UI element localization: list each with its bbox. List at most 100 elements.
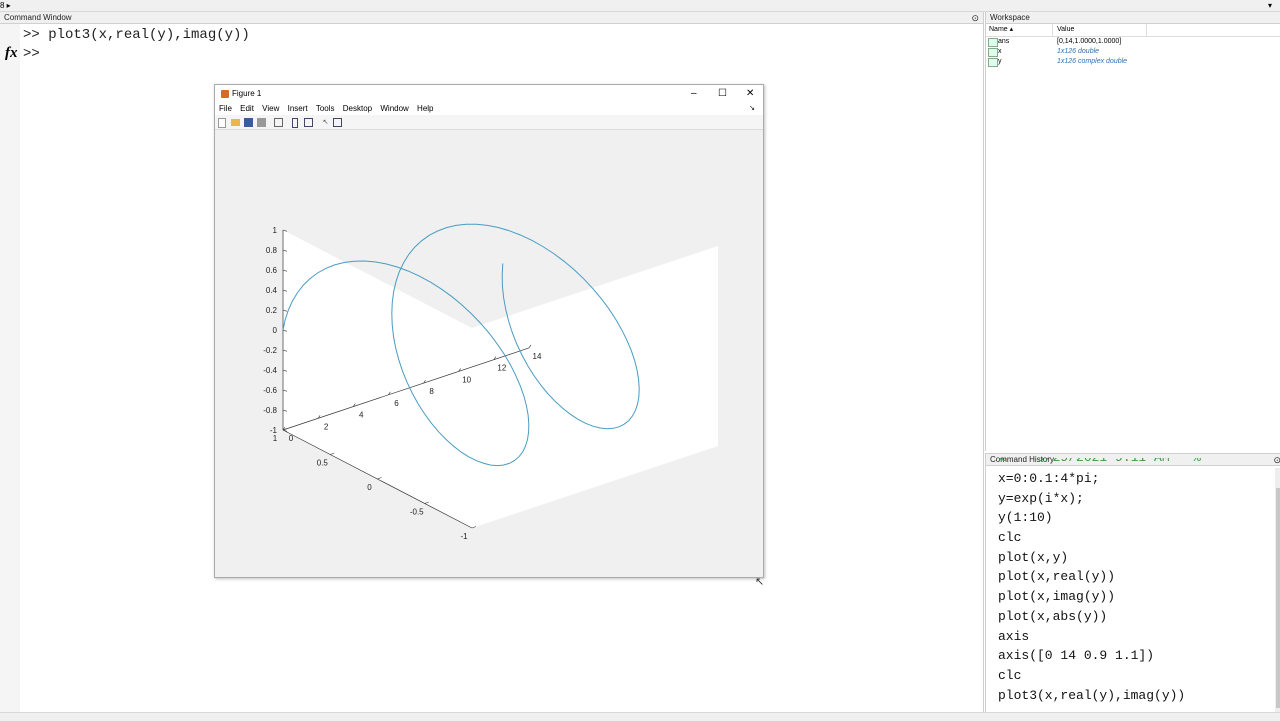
menu-desktop[interactable]: Desktop — [343, 102, 372, 115]
menu-edit[interactable]: Edit — [240, 102, 254, 115]
column-header-name[interactable]: Name ▴ — [989, 24, 1013, 36]
menu-view[interactable]: View — [262, 102, 279, 115]
mouse-cursor-icon: ↖ — [755, 576, 765, 588]
column-divider — [1052, 24, 1053, 36]
workspace-row[interactable]: x 1x126 double — [986, 47, 1280, 57]
panel-options-icon[interactable]: ⊙ — [971, 12, 979, 24]
y-tick-label: -1 — [460, 532, 468, 541]
workspace-panel: Workspace Name ▴ Value ans [0,14,1.0000,… — [985, 12, 1280, 451]
workspace-header-row: Name ▴ Value — [986, 24, 1280, 37]
history-item[interactable]: clc — [998, 666, 1268, 686]
column-header-value[interactable]: Value — [1057, 24, 1074, 36]
variable-name: ans — [998, 38, 1010, 45]
history-list: % -- 9/29/2021 9:11 AM --% x=0:0.1:4*pi;… — [998, 458, 1268, 712]
history-item[interactable]: y(1:10) — [998, 508, 1268, 528]
figure-title: Figure 1 — [232, 89, 262, 98]
scrollbar-thumb[interactable] — [1276, 488, 1280, 708]
command-window-gutter — [0, 24, 20, 712]
z-tick-label: 0.6 — [266, 266, 278, 275]
variable-value: 1x126 complex double — [1057, 58, 1128, 65]
maximize-button[interactable]: ☐ — [718, 85, 727, 102]
x-tick-label: 10 — [462, 375, 471, 384]
menu-window[interactable]: Window — [380, 102, 408, 115]
variable-value: 1x126 double — [1057, 48, 1100, 55]
close-button[interactable]: ✕ — [746, 85, 754, 102]
z-tick-label: -0.4 — [263, 366, 277, 375]
print-icon[interactable] — [257, 118, 266, 127]
variable-icon — [988, 58, 998, 67]
menu-tools[interactable]: Tools — [316, 102, 335, 115]
property-editor-icon[interactable] — [333, 118, 342, 127]
history-item[interactable]: plot(x,real(y)) — [998, 567, 1268, 587]
x-tick-label: 2 — [324, 422, 329, 431]
pointer-icon[interactable]: ↖ — [321, 118, 330, 127]
history-item[interactable]: x=0:0.1:4*pi; — [998, 469, 1268, 489]
workspace-title: Workspace — [986, 12, 1280, 24]
y-tick-label: 0 — [367, 483, 372, 492]
top-toolbar-strip: 8 ▸ ▾ — [0, 0, 1280, 12]
variable-value: [0,14,1.0000,1.0000] — [1057, 38, 1122, 45]
command-window-title-text: Command Window — [4, 13, 72, 22]
menu-help[interactable]: Help — [417, 102, 433, 115]
layout-icon[interactable] — [304, 118, 313, 127]
print-preview-icon[interactable] — [274, 118, 283, 127]
fx-icon[interactable]: fx — [5, 45, 18, 62]
command-window-title: Command Window ⊙ — [0, 12, 983, 24]
z-tick-label: -0.6 — [263, 386, 277, 395]
menu-insert[interactable]: Insert — [288, 102, 308, 115]
history-item[interactable]: axis — [998, 627, 1268, 647]
workspace-row[interactable]: ans [0,14,1.0000,1.0000] — [986, 37, 1280, 47]
figure-window[interactable]: Figure 1 – ☐ ✕ File Edit View Insert Too… — [214, 84, 764, 578]
new-figure-icon[interactable] — [218, 118, 226, 128]
history-item[interactable]: y=exp(i*x); — [998, 489, 1268, 509]
current-folder-indicator[interactable]: 8 ▸ — [0, 0, 11, 11]
variable-name: x — [998, 48, 1002, 55]
save-icon[interactable] — [244, 118, 253, 127]
history-item[interactable]: plot(x,imag(y)) — [998, 587, 1268, 607]
variable-icon — [988, 38, 998, 47]
history-item[interactable]: plot3(x,real(y),imag(y)) — [998, 686, 1268, 706]
x-tick-label: 8 — [429, 387, 434, 396]
matlab-figure-icon — [221, 90, 229, 98]
z-tick-label: 1 — [273, 226, 278, 235]
dock-icon[interactable] — [292, 118, 298, 128]
z-tick-label: 0.8 — [266, 246, 278, 255]
menu-file[interactable]: File — [219, 102, 232, 115]
z-tick-label: -1 — [270, 426, 278, 435]
y-tick-label: 1 — [273, 434, 278, 443]
x-tick-label: 6 — [394, 399, 399, 408]
z-tick-label: -0.8 — [263, 406, 277, 415]
plot3-axes[interactable]: 0 2 4 6 8 10 12 14 -1 -0.5 0 0.5 1 1 0.8 0.6 0.4 0.2 0 -0.2… — [215, 129, 763, 577]
open-file-icon[interactable] — [231, 119, 240, 126]
figure-titlebar[interactable]: Figure 1 – ☐ ✕ — [215, 85, 763, 102]
panel-options-icon[interactable]: ⊙ — [1273, 454, 1280, 466]
command-prompt[interactable]: >> — [23, 46, 40, 62]
history-item[interactable]: plot(x,abs(y)) — [998, 607, 1268, 627]
figure-toolbar: ↖ — [215, 115, 763, 130]
axes-side-wall — [283, 230, 472, 528]
figure-menubar: File Edit View Insert Tools Desktop Wind… — [215, 102, 763, 115]
variable-name: y — [998, 58, 1002, 65]
x-tick-label: 0 — [289, 434, 294, 443]
z-tick-label: 0 — [273, 326, 278, 335]
variable-icon — [988, 48, 998, 57]
z-tick-label: 0.4 — [266, 286, 278, 295]
history-scrollbar[interactable] — [1275, 468, 1280, 712]
y-tick-label: -0.5 — [410, 508, 424, 517]
command-history-panel: Command History ⊙ % -- 9/29/2021 9:11 AM… — [985, 453, 1280, 713]
command-line-1: >> plot3(x,real(y),imag(y)) — [23, 27, 250, 43]
column-divider — [1146, 24, 1147, 36]
axes-back-wall — [472, 245, 718, 528]
dock-arrow-icon[interactable]: ↘ — [749, 102, 755, 115]
workspace-table: Name ▴ Value ans [0,14,1.0000,1.0000] x … — [986, 24, 1280, 67]
x-tick-label: 14 — [533, 352, 542, 361]
z-tick-label: -0.2 — [263, 346, 277, 355]
history-item[interactable]: clc — [998, 528, 1268, 548]
workspace-row[interactable]: y 1x126 complex double — [986, 57, 1280, 67]
history-item[interactable]: plot(x,y) — [998, 548, 1268, 568]
history-item[interactable]: axis([0 14 0.9 1.1]) — [998, 646, 1268, 666]
workspace-title-text: Workspace — [990, 13, 1030, 22]
chevron-down-icon[interactable]: ▾ — [1268, 0, 1272, 11]
y-tick-label: 0.5 — [317, 459, 329, 468]
minimize-button[interactable]: – — [691, 85, 697, 102]
